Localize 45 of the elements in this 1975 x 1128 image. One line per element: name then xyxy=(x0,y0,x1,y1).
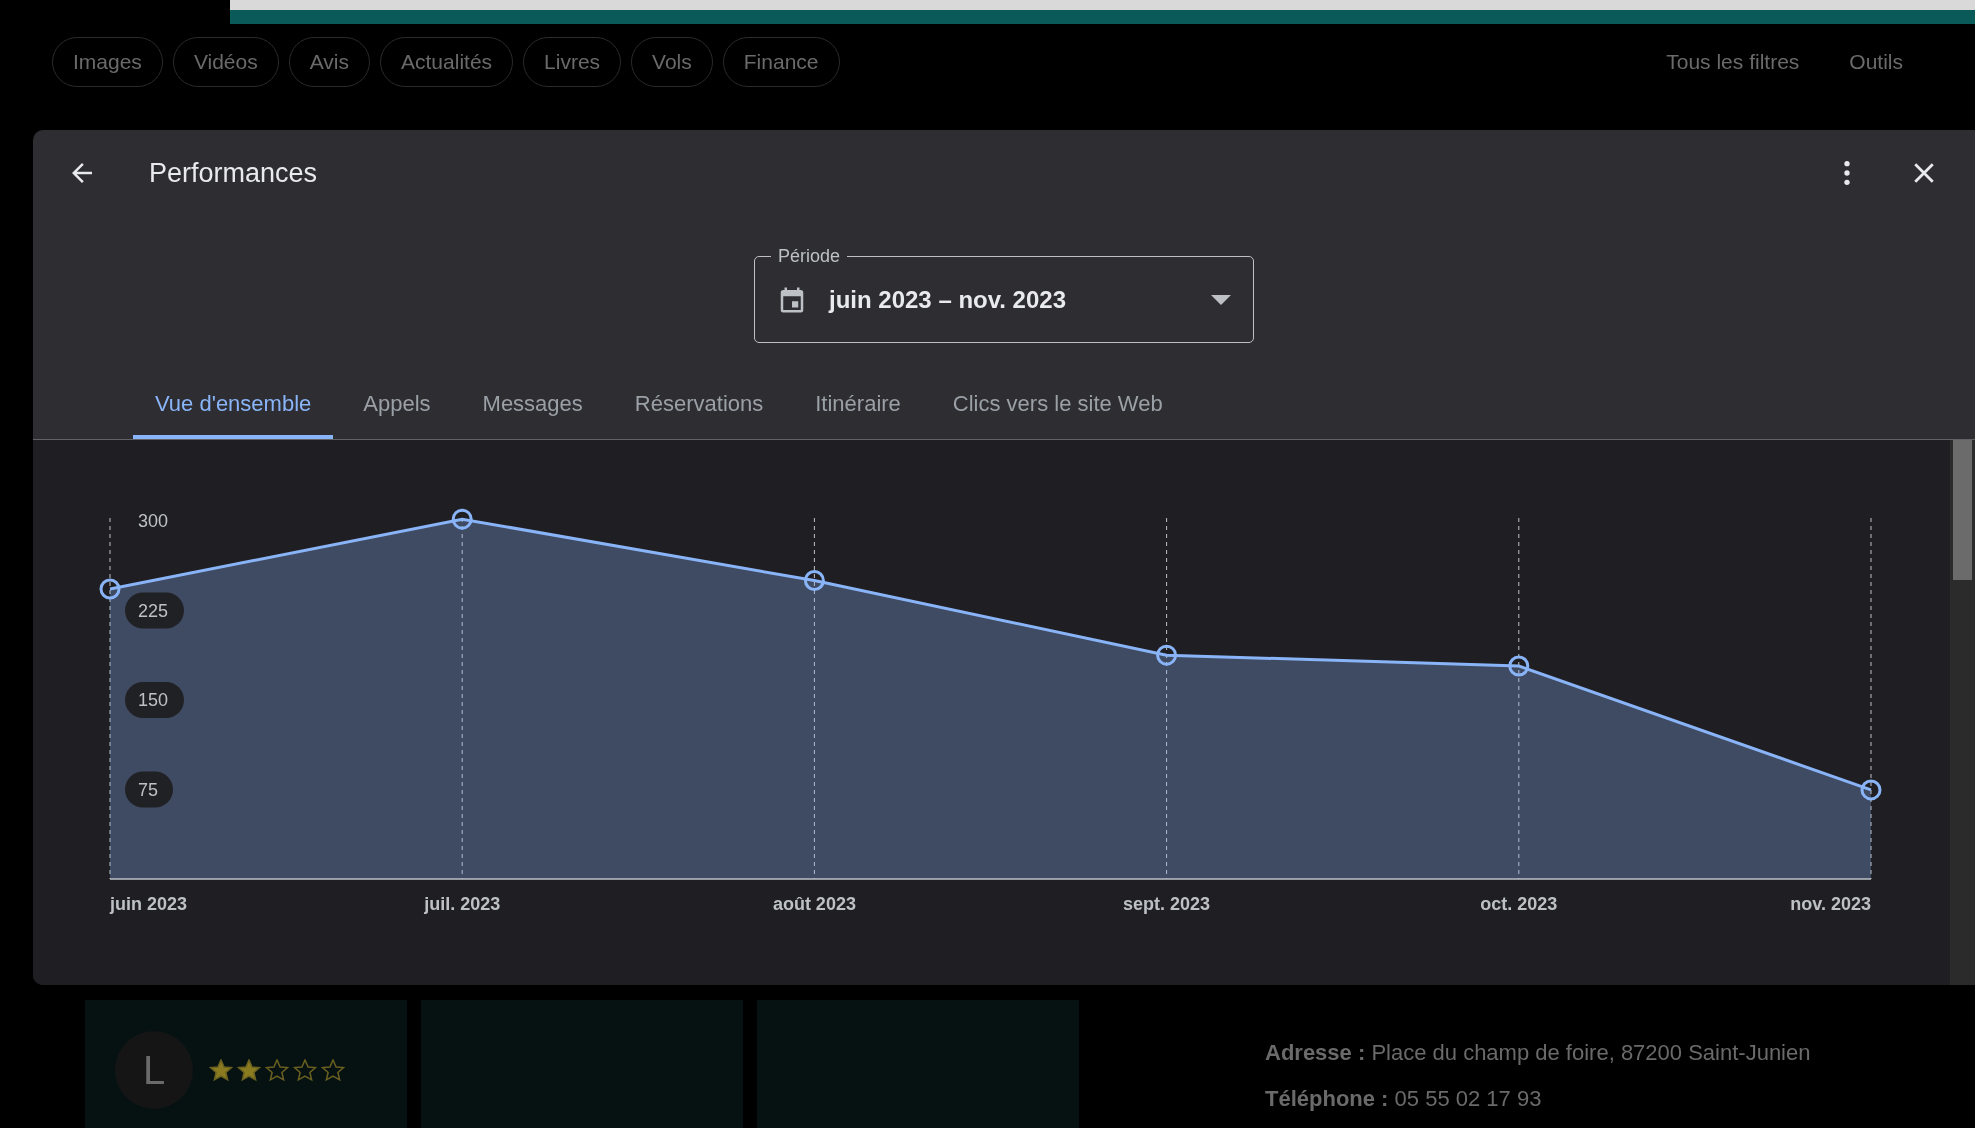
axis-label: juin 2023 xyxy=(110,894,188,914)
filter-chip[interactable]: Vols xyxy=(631,37,713,87)
tab[interactable]: Itinéraire xyxy=(793,381,923,439)
point xyxy=(1860,779,1882,801)
scrollbar[interactable] xyxy=(1950,440,1975,985)
axis-label: oct. 2023 xyxy=(1480,894,1558,914)
tools-link[interactable]: Outils xyxy=(1829,50,1923,74)
star-icon xyxy=(209,1058,233,1082)
axis-label: nov. 2023 xyxy=(1790,894,1871,914)
phone-text: Téléphone : 05 55 02 17 93 xyxy=(1265,1086,1543,1112)
axis-label: juil. 2023 xyxy=(424,894,501,914)
y-tick-label: 225 xyxy=(138,600,169,621)
field-label: Période xyxy=(777,246,842,267)
axis-label: 300 xyxy=(138,511,169,531)
tab[interactable]: Appels xyxy=(341,381,453,439)
point xyxy=(451,508,473,530)
filter-chip[interactable]: Images xyxy=(52,37,163,87)
filter-chip[interactable]: Actualités xyxy=(380,37,514,87)
axis-label: août 2023 xyxy=(772,894,856,914)
tab[interactable]: Réservations xyxy=(612,381,786,439)
point xyxy=(803,570,825,592)
axis-label: 225 xyxy=(125,592,184,629)
tab[interactable]: Clics vers le site Web xyxy=(930,381,1185,439)
address-text: Adresse : Place du champ de foire, 87200 Saint-Junien xyxy=(1265,1040,1811,1066)
avatar: L xyxy=(115,1031,193,1109)
star-icon xyxy=(237,1058,261,1082)
point xyxy=(1508,655,1530,677)
star-icon xyxy=(293,1058,317,1082)
period-select[interactable]: Période juin 2023 – nov. 2023 xyxy=(754,246,1254,343)
filter-chip[interactable]: Livres xyxy=(523,37,622,87)
star-icon xyxy=(321,1058,345,1082)
period-value: juin 2023 – nov. 2023 xyxy=(829,285,1067,314)
axis-label: 150 xyxy=(125,682,184,718)
more-vertical-icon xyxy=(1843,158,1851,188)
axis-label: 75 xyxy=(125,771,173,808)
axis-label: sept. 2023 xyxy=(1123,894,1211,914)
filters-link[interactable]: Tous les filtres xyxy=(1646,50,1820,74)
caret-icon xyxy=(1211,293,1231,306)
y-tick-label: 75 xyxy=(138,779,159,800)
point xyxy=(99,578,121,600)
tab[interactable]: Messages xyxy=(460,381,605,439)
star-icon xyxy=(265,1058,289,1082)
y-tick-label: 150 xyxy=(138,690,169,710)
dialog-title: Performances xyxy=(149,157,319,189)
point xyxy=(1156,644,1178,666)
